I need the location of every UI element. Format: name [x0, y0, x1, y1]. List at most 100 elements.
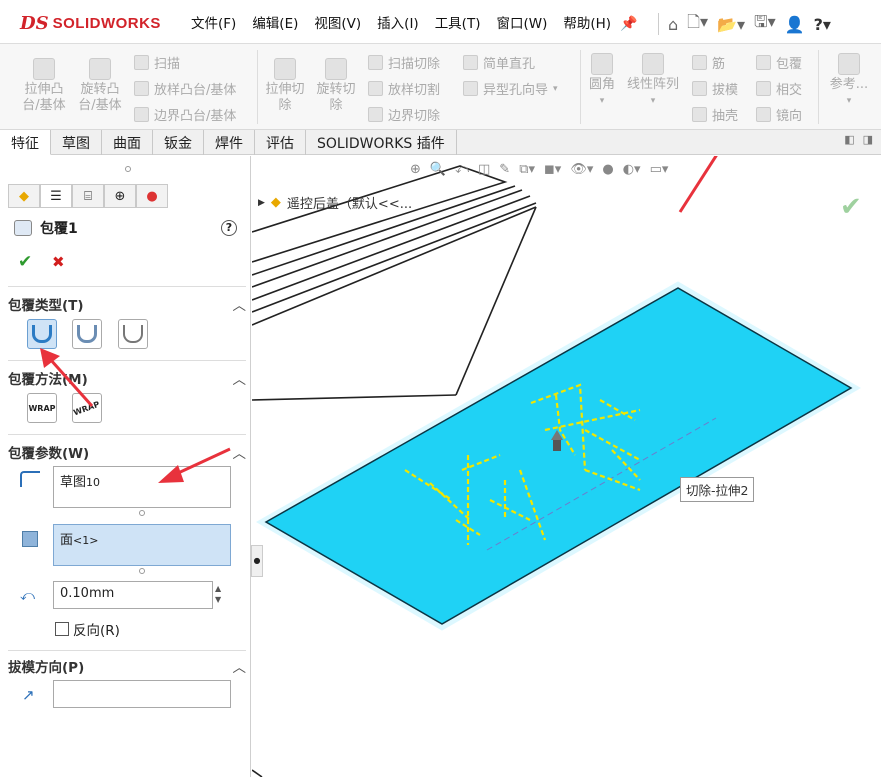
expand-icon[interactable]: ▶ — [258, 198, 265, 208]
home-icon[interactable]: ⌂ — [668, 15, 678, 34]
linear-pattern-button[interactable]: 线性阵列 ▾ — [623, 53, 683, 109]
scroll-left-icon[interactable]: ◧ — [844, 133, 854, 146]
heads-up-view-toolbar: ⊕ 🔍 ⤺ ◫ ✎ ⧉▾ ◼▾ 👁▾ ● ◐▾ ▭▾ — [410, 162, 668, 177]
tab-evaluate[interactable]: 评估 — [255, 130, 306, 155]
wrap-label: 包覆 — [776, 57, 803, 72]
view-settings-icon[interactable]: ▭▾ — [650, 162, 669, 177]
reference-geometry-button[interactable]: 参考... ▾ — [824, 53, 874, 109]
extrude-boss-icon — [33, 58, 55, 80]
hole-wizard-button[interactable]: 异型孔向导 ▾ — [463, 79, 558, 98]
loft-label: 放样凸台/基体 — [154, 83, 237, 98]
loft-button[interactable]: 放样凸台/基体 — [134, 79, 236, 98]
menu-insert[interactable]: 插入(I) — [369, 8, 427, 36]
mirror-label: 镜向 — [776, 109, 803, 124]
tab-scroll-controls: ◧ ◨ — [844, 133, 873, 146]
menu-view[interactable]: 视图(V) — [306, 8, 369, 36]
confirmation-ok-icon[interactable]: ✔ — [840, 192, 862, 222]
rib-icon — [692, 55, 707, 70]
feature-tree-flyout[interactable]: ▶ ◆ 遥控后盖（默认<<... — [258, 193, 412, 212]
section-view-icon[interactable]: ◫ — [478, 162, 490, 177]
save-icon[interactable]: 🖫▾ — [754, 11, 776, 38]
revolve-boss-label: 旋转凸 台/基体 — [78, 82, 122, 113]
draft-button[interactable]: 拔模 — [692, 79, 738, 98]
rib-button[interactable]: 筋 — [692, 53, 725, 72]
simple-hole-button[interactable]: 简单直孔 — [463, 53, 535, 72]
intersect-button[interactable]: 相交 — [756, 79, 802, 98]
menu-edit[interactable]: 编辑(E) — [244, 8, 306, 36]
part-edge — [252, 202, 537, 313]
scroll-right-icon[interactable]: ◨ — [863, 133, 873, 146]
previous-view-icon[interactable]: ⤺ — [455, 162, 469, 177]
new-document-icon[interactable]: 🗋▾ — [687, 11, 708, 38]
tab-sketch[interactable]: 草图 — [51, 130, 102, 155]
selected-face[interactable] — [264, 287, 853, 625]
separator — [658, 13, 659, 35]
shell-button[interactable]: 抽壳 — [692, 105, 738, 124]
tab-features[interactable]: 特征 — [0, 130, 51, 155]
tab-sheet-metal[interactable]: 钣金 — [153, 130, 204, 155]
part-edge — [252, 165, 508, 263]
sweep-label: 扫描 — [154, 57, 181, 72]
dynamic-annotation-icon[interactable]: ✎ — [499, 162, 510, 177]
annotation-arrows — [40, 348, 231, 483]
tab-surfaces[interactable]: 曲面 — [102, 130, 153, 155]
sweep-icon — [134, 55, 149, 70]
extrude-boss-button[interactable]: 拉伸凸 台/基体 — [18, 58, 70, 114]
reference-geometry-icon — [838, 53, 860, 75]
hide-show-items-icon[interactable]: 👁▾ — [570, 162, 593, 177]
chevron-down-icon: ▾ — [553, 83, 558, 94]
simple-hole-icon — [463, 55, 478, 70]
command-ribbon — [0, 44, 881, 130]
reference-label: 参考... — [829, 77, 869, 92]
model-view — [252, 156, 861, 777]
part-edge — [252, 769, 263, 777]
loft-icon — [134, 81, 149, 96]
revolve-boss-button[interactable]: 旋转凸 台/基体 — [74, 58, 126, 114]
tab-addins[interactable]: SOLIDWORKS 插件 — [306, 130, 457, 155]
panel-collapse-grip-icon[interactable]: ● — [251, 545, 263, 577]
menu-help[interactable]: 帮助(H) — [555, 8, 619, 36]
annotation-arrow-sketch — [158, 447, 231, 483]
swept-cut-button[interactable]: 扫描切除 — [368, 53, 440, 72]
mirror-button[interactable]: 镜向 — [756, 105, 802, 124]
view-orientation-icon[interactable]: ⧉▾ — [519, 162, 535, 177]
solidworks-logo[interactable]: DS SOLIDWORKS — [20, 10, 161, 36]
chevron-down-icon: ▾ — [599, 96, 605, 106]
edit-appearance-icon[interactable]: ● — [602, 162, 613, 177]
revolve-cut-label: 旋转切 除 — [316, 82, 356, 113]
shell-label: 抽壳 — [712, 109, 739, 124]
menu-tools[interactable]: 工具(T) — [427, 8, 489, 36]
boundary-boss-button[interactable]: 边界凸台/基体 — [134, 105, 236, 124]
fillet-button[interactable]: 圆角 ▾ — [585, 53, 619, 109]
part-edge — [252, 394, 457, 401]
chevron-down-icon: ▾ — [650, 96, 656, 106]
menu-window[interactable]: 窗口(W) — [488, 8, 555, 36]
pin-icon[interactable]: 📌 — [620, 16, 637, 32]
separator — [580, 50, 581, 124]
apply-scene-icon[interactable]: ◐▾ — [623, 162, 641, 177]
sweep-button[interactable]: 扫描 — [134, 53, 180, 72]
help-icon[interactable]: ?▾ — [814, 15, 831, 34]
simple-hole-label: 简单直孔 — [483, 57, 536, 72]
extrude-cut-button[interactable]: 拉伸切 除 — [262, 58, 308, 114]
tab-weldments[interactable]: 焊件 — [204, 130, 255, 155]
boundary-cut-icon — [368, 107, 383, 122]
boundary-cut-button[interactable]: 边界切除 — [368, 105, 440, 124]
lofted-cut-label: 放样切割 — [388, 83, 441, 98]
graphics-area[interactable] — [252, 156, 881, 777]
open-folder-icon[interactable]: 📂▾ — [717, 15, 745, 34]
wrap-icon — [756, 55, 771, 70]
swept-cut-icon — [368, 55, 383, 70]
property-manager-panel: ◆ ☰ ⌸ ⊕ ● 包覆1 ? ✔ ✖ 包覆类型(T) ︿ 包覆方法(M) ︿ WR… — [0, 156, 251, 777]
fillet-icon — [591, 53, 613, 75]
menu-file[interactable]: 文件(F) — [183, 8, 244, 36]
display-style-icon[interactable]: ◼▾ — [544, 162, 561, 177]
wrap-button[interactable]: 包覆 — [756, 53, 802, 72]
zoom-to-fit-icon[interactable]: ⊕ — [410, 162, 421, 177]
user-icon[interactable]: 👤 — [785, 15, 805, 34]
zoom-area-icon[interactable]: 🔍 — [430, 162, 446, 177]
revolve-cut-button[interactable]: 旋转切 除 — [313, 58, 359, 114]
separator — [818, 50, 819, 124]
annotation-arrow-type — [40, 348, 94, 407]
lofted-cut-button[interactable]: 放样切割 — [368, 79, 440, 98]
